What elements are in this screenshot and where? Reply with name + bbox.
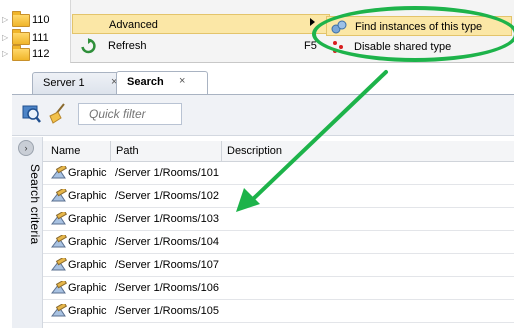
menu-item-label: Advanced (109, 19, 158, 31)
search-icon[interactable] (22, 104, 42, 124)
row-path: /Server 1/Rooms/103 (115, 213, 219, 225)
graphic-icon (51, 212, 67, 225)
row-name: Graphic (68, 236, 107, 248)
row-name: Graphic (68, 167, 107, 179)
folder-icon (12, 45, 30, 61)
search-criteria-label: Search criteria (28, 164, 42, 245)
row-path: /Server 1/Rooms/101 (115, 167, 219, 179)
tree-node-112[interactable]: ▷ 112 (0, 45, 70, 64)
folder-icon (12, 11, 30, 27)
column-header-path[interactable]: Path (116, 145, 139, 157)
results-list: Graphic /Server 1/Rooms/101 Graphic /Ser… (43, 162, 514, 323)
row-path: /Server 1/Rooms/104 (115, 236, 219, 248)
refresh-icon (81, 38, 96, 54)
table-row[interactable]: Graphic /Server 1/Rooms/107 (43, 254, 514, 277)
column-header-name[interactable]: Name (51, 145, 80, 157)
table-row[interactable]: Graphic /Server 1/Rooms/101 (43, 162, 514, 185)
expand-arrow-icon[interactable]: ▷ (2, 15, 8, 24)
submenu-arrow-icon (310, 18, 315, 26)
table-row[interactable]: Graphic /Server 1/Rooms/106 (43, 277, 514, 300)
row-path: /Server 1/Rooms/105 (115, 305, 219, 317)
row-name: Graphic (68, 213, 107, 225)
row-path: /Server 1/Rooms/106 (115, 282, 219, 294)
folder-icon (12, 29, 30, 45)
menu-item-refresh[interactable]: Refresh F5 (72, 36, 328, 56)
graphic-icon (51, 258, 67, 271)
table-row[interactable]: Graphic /Server 1/Rooms/102 (43, 185, 514, 208)
graphic-icon (51, 235, 67, 248)
clear-broom-icon[interactable] (46, 102, 68, 124)
menu-item-advanced[interactable]: Advanced (72, 14, 330, 34)
row-path: /Server 1/Rooms/102 (115, 190, 219, 202)
menu-item-label: Refresh (108, 40, 147, 52)
column-header-description[interactable]: Description (227, 145, 282, 157)
tree-node-label: 112 (32, 48, 50, 60)
table-row[interactable]: Graphic /Server 1/Rooms/103 (43, 208, 514, 231)
tree-node-label: 110 (32, 14, 50, 26)
graphic-icon (51, 166, 67, 179)
tab-label: Server 1 (43, 77, 85, 89)
tab-search[interactable]: Search × (116, 71, 208, 94)
table-row[interactable]: Graphic /Server 1/Rooms/105 (43, 300, 514, 323)
graphic-icon (51, 189, 67, 202)
expand-arrow-icon[interactable]: ▷ (2, 49, 8, 58)
menu-item-shortcut: F5 (304, 40, 317, 52)
table-header: Name Path Description (43, 141, 514, 162)
row-name: Graphic (68, 259, 107, 271)
highlight-ellipse (312, 6, 514, 62)
row-name: Graphic (68, 190, 107, 202)
table-row[interactable]: Graphic /Server 1/Rooms/104 (43, 231, 514, 254)
graphic-icon (51, 304, 67, 317)
tab-label: Search (127, 76, 164, 88)
expand-arrow-icon[interactable]: ▷ (2, 33, 8, 42)
quick-filter-input[interactable] (78, 103, 182, 125)
column-separator[interactable] (110, 141, 111, 161)
tab-server-1[interactable]: Server 1 × (32, 72, 128, 94)
tree-node-label: 111 (32, 32, 49, 44)
row-path: /Server 1/Rooms/107 (115, 259, 219, 271)
column-separator[interactable] (221, 141, 222, 161)
tree-node-110[interactable]: ▷ 110 (0, 11, 70, 30)
close-icon[interactable]: × (179, 75, 185, 87)
row-name: Graphic (68, 282, 107, 294)
graphic-icon (51, 281, 67, 294)
expand-panel-button[interactable]: › (18, 140, 34, 156)
row-name: Graphic (68, 305, 107, 317)
